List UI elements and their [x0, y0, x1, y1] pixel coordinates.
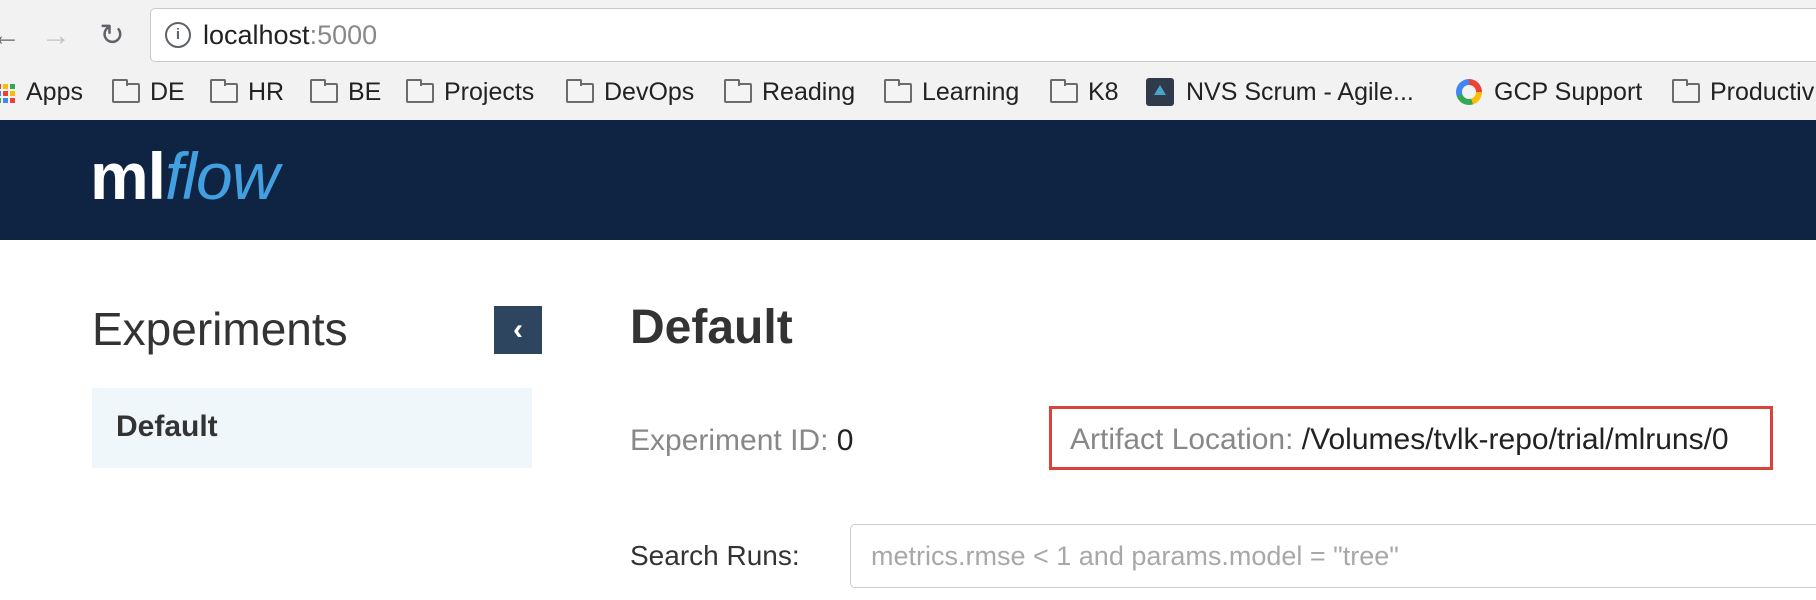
- bookmark-label: Productiv: [1710, 78, 1815, 106]
- url-host: localhost: [203, 20, 310, 50]
- search-runs-input[interactable]: [850, 524, 1816, 588]
- app-header: mlflow: [0, 120, 1816, 240]
- folder-icon: [566, 79, 594, 103]
- bookmark-label: K8: [1088, 78, 1119, 106]
- bookmark-label: HR: [248, 78, 285, 106]
- folder-icon: [1672, 79, 1700, 103]
- artifact-location: Artifact Location: /Volumes/tvlk-repo/tr…: [1070, 423, 1729, 457]
- folder-icon: [310, 79, 338, 103]
- experiment-id: Experiment ID: 0: [630, 424, 853, 458]
- bookmark-label: Projects: [444, 78, 535, 106]
- experiment-id-label: Experiment ID:: [630, 424, 829, 457]
- scrum-icon: [1146, 78, 1174, 106]
- bookmark-label: DE: [150, 78, 185, 106]
- folder-icon: [1050, 79, 1078, 103]
- experiment-id-value: 0: [836, 424, 854, 457]
- mlflow-logo[interactable]: mlflow: [90, 136, 279, 216]
- page-title: Default: [630, 301, 793, 354]
- logo-ml: ml: [90, 139, 166, 213]
- back-arrow-icon[interactable]: ←: [0, 16, 26, 56]
- folder-icon: [724, 79, 752, 103]
- url-port: :5000: [309, 20, 378, 50]
- bookmark-label: Learning: [922, 78, 1020, 106]
- experiment-list-item-label: Default: [116, 410, 218, 443]
- bookmark-label: DevOps: [604, 78, 695, 106]
- folder-icon: [884, 79, 912, 103]
- reload-icon[interactable]: ↻: [92, 16, 132, 56]
- bookmark-label: NVS Scrum - Agile...: [1186, 78, 1414, 106]
- google-icon: [1456, 79, 1482, 105]
- address-bar[interactable]: i localhost:5000: [150, 8, 1816, 62]
- experiment-list-item[interactable]: Default: [92, 388, 532, 468]
- experiments-title: Experiments: [92, 303, 348, 355]
- artifact-location-value: /Volumes/tvlk-repo/trial/mlruns/0: [1301, 423, 1729, 456]
- info-icon[interactable]: i: [165, 22, 191, 48]
- forward-arrow-icon[interactable]: →: [36, 16, 76, 56]
- search-runs-label: Search Runs:: [630, 540, 800, 571]
- folder-icon: [406, 79, 434, 103]
- bookmarks-bar: Apps DE HR BE Projects DevOps Reading Le…: [0, 72, 1816, 112]
- bookmark-label: BE: [348, 78, 382, 106]
- artifact-location-highlight: Artifact Location: /Volumes/tvlk-repo/tr…: [1049, 406, 1773, 470]
- bookmark-label: GCP Support: [1494, 78, 1643, 106]
- browser-chrome: ← → ↻ i localhost:5000 Apps DE HR BE Pro…: [0, 0, 1816, 120]
- folder-icon: [112, 79, 140, 103]
- bookmark-label: Reading: [762, 78, 856, 106]
- url-text[interactable]: localhost:5000: [203, 20, 377, 51]
- logo-flow: flow: [165, 139, 279, 213]
- collapse-sidebar-button[interactable]: ‹: [494, 306, 542, 354]
- bookmark-label: Apps: [26, 78, 83, 106]
- folder-icon: [210, 79, 238, 103]
- apps-grid-icon: [0, 84, 15, 103]
- artifact-location-label: Artifact Location:: [1070, 423, 1294, 456]
